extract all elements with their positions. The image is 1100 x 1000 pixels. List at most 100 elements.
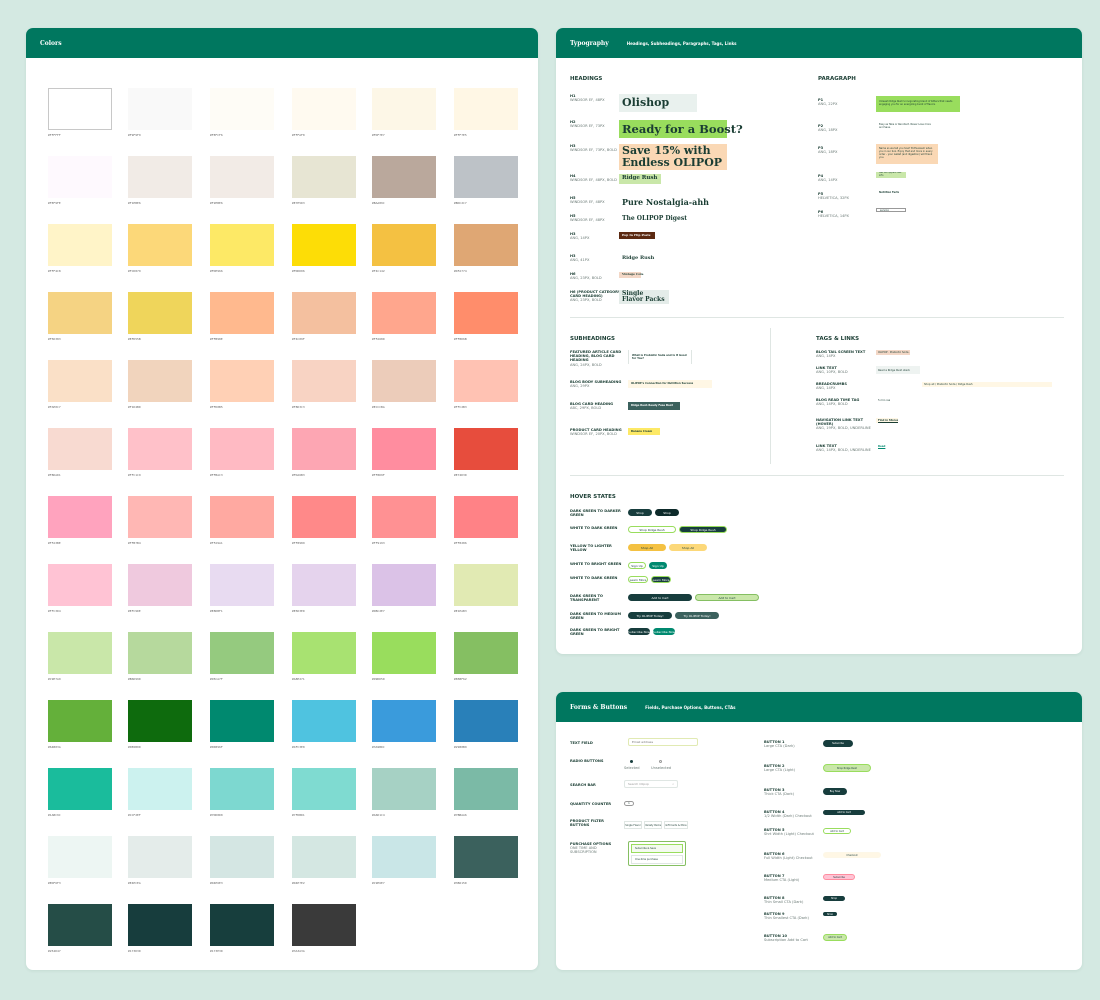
tag-spec-label: BLOG READ TIME TAG ANG, 14PX, BOLD — [816, 398, 872, 406]
color-hex-label: #F2EBE6 — [210, 201, 223, 205]
button-description: Thin Smallest CTA (Dark) — [764, 916, 809, 921]
filter-button[interactable]: Gift Cards & More — [664, 821, 688, 829]
color-hex-label: #F1EBE6 — [128, 201, 141, 205]
color-hex-label: #3A9BDC — [372, 745, 385, 749]
hover-button-hover[interactable]: Subscribe Now — [653, 628, 675, 635]
hover-button-hover[interactable]: Add to Cart — [695, 594, 759, 601]
color-swatch — [454, 224, 518, 266]
cta-button[interactable]: Subscribe — [823, 874, 855, 880]
button-spec-label: BUTTON 5 Shrt Width (Light) Checkout — [764, 828, 820, 836]
cta-button[interactable]: Add to Cart — [823, 828, 851, 834]
paragraph-spec-label: P5 HELVETICA, 32PX — [818, 192, 872, 200]
hover-button-hover[interactable]: Try OLIPOP Today! — [675, 612, 719, 619]
email-field[interactable] — [628, 738, 698, 746]
cta-button[interactable]: Shop — [823, 912, 837, 916]
paragraph-font-spec: ANG, 18PX — [818, 150, 838, 155]
subheading-sample: What is Prebiotic Soda and Is It Good fo… — [628, 350, 692, 364]
hover-button-default[interactable]: Try OLIPOP Today! — [628, 612, 672, 619]
hover-button-hover[interactable]: Shop All — [669, 544, 707, 551]
search-placeholder: Search Olipop — [628, 782, 649, 786]
paragraph-spec-label: P4 ANG, 14PX — [818, 174, 872, 182]
color-hex-label: #F8D3C3 — [292, 405, 305, 409]
search-input[interactable]: Search Olipop ⌕ — [624, 780, 678, 788]
color-hex-label: #F4C142 — [372, 269, 385, 273]
color-hex-label: #F4C09F — [292, 337, 305, 341]
tag-sample: Shop all / Prebiotic Soda / Ridge Rush — [922, 382, 1052, 387]
color-hex-label: #D4E6E3 — [210, 881, 223, 885]
hover-button-default[interactable]: Add to Cart — [628, 594, 692, 601]
color-swatch — [48, 768, 112, 810]
radio-unselected[interactable] — [659, 760, 662, 763]
hover-button-default[interactable]: Shop All — [628, 544, 666, 551]
subheading-font-spec: ANG, 29PX — [570, 384, 590, 389]
color-swatch — [210, 904, 274, 946]
subheading-spec-label: PRODUCT CARD HEADING WINDSOR EF, 20PX, BO… — [570, 428, 624, 436]
color-hex-label: #FF9193 — [372, 541, 385, 545]
hover-button-hover[interactable]: Shop Ridge Rush — [679, 526, 727, 533]
color-swatch — [210, 88, 274, 130]
search-icon: ⌕ — [672, 782, 674, 786]
color-swatch — [454, 292, 518, 334]
hover-button-hover[interactable]: Shop — [655, 509, 679, 516]
hover-button-default[interactable]: Subscribe Now — [628, 628, 650, 635]
subheading-spec-label: BLOG CARD HEADING ABC, 29PX, BOLD — [570, 402, 624, 410]
color-hex-label: #E7E5D3 — [292, 201, 305, 205]
hover-button-default[interactable]: Learn More — [628, 576, 648, 583]
cta-button[interactable]: Buy Now — [823, 788, 847, 795]
subheading-font-spec: WINDSOR EF, 20PX, BOLD — [570, 432, 617, 437]
color-hex-label: #A8E271 — [292, 677, 305, 681]
typography-card-header: Typography Headings, Subheadings, Paragr… — [556, 28, 1082, 58]
quantity-stepper[interactable]: 1 — [624, 801, 634, 806]
color-hex-label: #E4ECEA — [128, 881, 141, 885]
color-swatch — [48, 88, 112, 130]
color-hex-label: #E8DBF1 — [210, 609, 223, 613]
hover-button-default[interactable]: Shop Ridge Rush — [628, 526, 676, 533]
filter-button[interactable]: Variety Packs — [644, 821, 662, 829]
color-hex-label: #F8DAD1 — [48, 473, 61, 477]
color-hex-label: #FF8D9F — [372, 473, 385, 477]
hover-button-default[interactable]: Shop — [628, 509, 652, 516]
color-swatch — [210, 836, 274, 878]
color-swatch — [128, 88, 192, 130]
hover-button-hover[interactable]: Sign Up — [649, 562, 667, 569]
cta-button[interactable]: Subscribe — [823, 740, 853, 747]
paragraph-sample: Get as flippers Get info — [876, 172, 906, 178]
color-swatch — [292, 564, 356, 606]
button-spec-label: BUTTON 1 Large CTA (Dark) — [764, 740, 820, 748]
color-hex-label: #FFC3D4 — [48, 609, 61, 613]
tag-spec-label: LINK TEXT ANG, 14PX, BOLD, UNDERLINE — [816, 444, 872, 452]
color-swatch — [48, 156, 112, 198]
color-hex-label: #4FC3E0 — [292, 745, 305, 749]
color-hex-label: #EFD55B — [128, 337, 141, 341]
color-swatch — [454, 496, 518, 538]
hover-button-hover[interactable]: Learn More — [651, 576, 671, 583]
color-swatch — [454, 88, 518, 130]
color-hex-label: #F1D4BD — [128, 405, 141, 409]
one-time-option[interactable]: One-time purchase — [631, 855, 683, 864]
tag-sample[interactable]: Read — [876, 444, 886, 449]
subscription-option[interactable]: Subscribe & Save — [631, 844, 683, 853]
button-spec-label: BUTTON 10 Subscription Add to Cart — [764, 934, 820, 942]
cta-button[interactable]: Add to Cart — [823, 934, 847, 941]
color-hex-label: #00896F — [210, 745, 223, 749]
tag-sample[interactable]: Read a Ridge Rush stack — [876, 366, 920, 374]
radio-selected[interactable] — [630, 760, 633, 763]
paragraph-sample: Name so we tell you how? Enthusiasm when… — [876, 144, 938, 164]
tag-spec-label: BLOG TAIL SCREEN TEXT ANG, 14PX — [816, 350, 872, 358]
hover-button-default[interactable]: Sign Up — [628, 562, 646, 569]
cta-button[interactable]: Add to Cart — [823, 810, 865, 815]
cta-button[interactable]: Checkout — [823, 852, 881, 858]
color-swatch — [292, 156, 356, 198]
cta-button[interactable]: Shop — [823, 896, 845, 901]
color-swatch — [372, 768, 436, 810]
subheading-sample: Ridge Rush Ready Fuse Boot — [628, 402, 680, 410]
color-hex-label: #3A3A3A — [292, 949, 305, 953]
button-description: 1/2 Width (Dark) Checkout — [764, 814, 812, 819]
button-description: Full Width (Light) Checkout — [764, 856, 813, 861]
color-hex-label: #FFA9A1 — [210, 541, 223, 545]
tag-sample[interactable]: Find in Stores — [876, 418, 898, 423]
heading-sample: Ready for a Boost? — [619, 120, 743, 138]
filter-button[interactable]: Single Flavor — [624, 821, 642, 829]
colors-card: Colors #FFFFFF #F9F9F9 #FEFCF6 #FFFAF0 #FDF7… — [26, 28, 538, 970]
cta-button[interactable]: Shop Ridge Rush — [823, 764, 871, 772]
